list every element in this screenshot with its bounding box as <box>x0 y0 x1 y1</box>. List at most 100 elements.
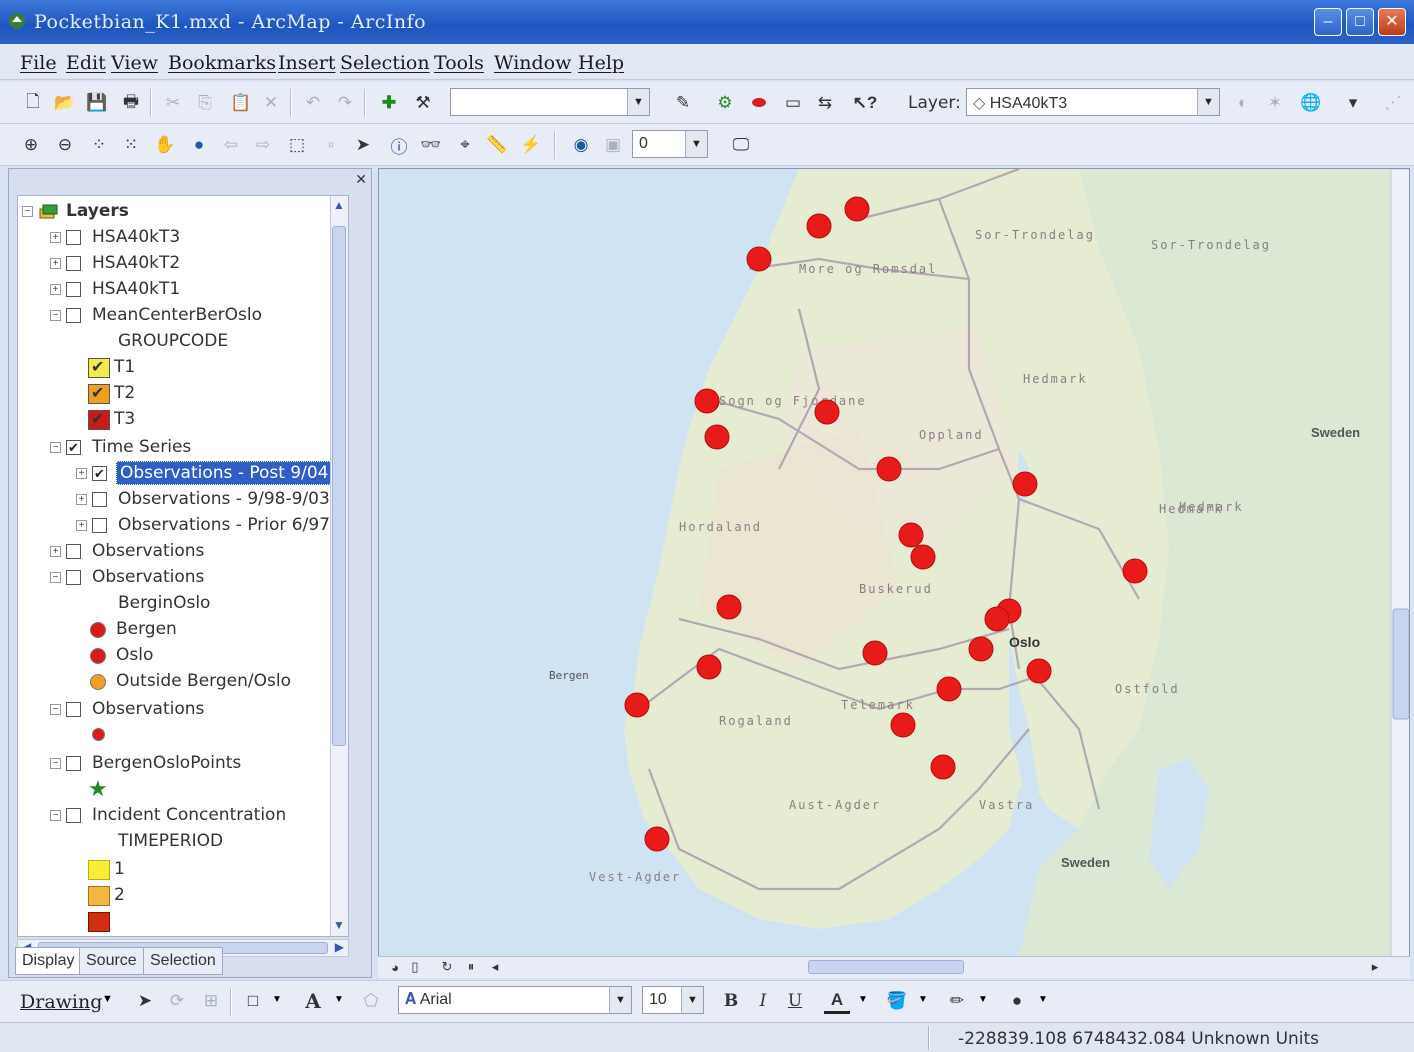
toc-layer-hsa40kt2[interactable]: HSA40kT2 <box>92 250 180 276</box>
chevron-down-icon[interactable]: ▼ <box>102 993 113 1005</box>
cut-icon[interactable]: ✂ <box>160 90 186 116</box>
chevron-down-icon[interactable]: ▼ <box>918 994 928 1005</box>
zoom-whole-page-icon[interactable]: ⊞ <box>198 988 224 1014</box>
layer-visibility-checkbox[interactable] <box>66 308 81 323</box>
pan-hand-icon[interactable]: ✋ <box>152 132 178 158</box>
refresh-icon[interactable]: ↻ <box>434 954 460 980</box>
bold-button[interactable]: B <box>718 988 744 1014</box>
layout-view-small-icon[interactable]: ▯ <box>402 954 428 980</box>
copy-icon[interactable]: ⎘ <box>192 90 218 116</box>
layer-visibility-checkbox[interactable] <box>92 492 107 507</box>
scroll-left-icon[interactable]: ◂ <box>482 954 508 980</box>
layer-visibility-checkbox[interactable] <box>66 756 81 771</box>
menu-selection[interactable]: Selection <box>340 52 430 74</box>
menu-window[interactable]: Window <box>494 52 571 74</box>
rotate-icon[interactable]: ⟳ <box>164 988 190 1014</box>
command-line-icon[interactable]: ▭ <box>780 90 806 116</box>
expand-icon[interactable]: + <box>50 284 61 295</box>
flicker-icon[interactable]: ✶ <box>1262 90 1288 116</box>
toc-layer-observations-3[interactable]: Observations <box>92 696 204 722</box>
expand-icon[interactable]: + <box>50 232 61 243</box>
collapse-icon[interactable]: − <box>50 704 61 715</box>
layer-visibility-checkbox[interactable] <box>92 518 107 533</box>
save-icon[interactable]: 💾 <box>84 90 110 116</box>
hyperlink-icon[interactable]: ⚡ <box>518 132 544 158</box>
line-color-icon[interactable]: ✏ <box>944 988 970 1014</box>
forward-extent-icon[interactable]: ⇨ <box>250 132 276 158</box>
observation-point[interactable] <box>890 712 916 738</box>
scroll-down-icon[interactable]: ▼ <box>333 918 345 932</box>
chevron-down-icon[interactable]: ▼ <box>609 987 631 1013</box>
toc-layer-meancenter[interactable]: MeanCenterBerOslo <box>92 302 262 328</box>
select-elements-arrow-icon[interactable]: ➤ <box>132 988 158 1014</box>
observation-point[interactable] <box>624 692 650 718</box>
scroll-up-icon[interactable]: ▲ <box>333 198 345 212</box>
tab-display[interactable]: Display <box>15 947 82 975</box>
menu-view[interactable]: View <box>111 52 158 74</box>
georef-icon[interactable]: ◉ <box>568 132 594 158</box>
edit-vertices-icon[interactable]: ⬠ <box>358 988 384 1014</box>
observation-point[interactable] <box>1012 471 1038 497</box>
full-extent-globe-icon[interactable]: ● <box>186 132 212 158</box>
collapse-icon[interactable]: − <box>50 310 61 321</box>
scrollbar-thumb[interactable] <box>1392 608 1409 720</box>
observation-point[interactable] <box>1122 558 1148 584</box>
observation-point[interactable] <box>910 544 936 570</box>
delete-icon[interactable]: ✕ <box>258 90 284 116</box>
arccatalog-icon[interactable]: ⬬ <box>746 90 772 116</box>
collapse-icon[interactable]: − <box>22 206 33 217</box>
toc-layer-obs-post-904[interactable]: Observations - Post 9/04 <box>116 460 333 486</box>
map-horizontal-scrollbar-thumb[interactable] <box>808 960 964 974</box>
observation-point[interactable] <box>930 754 956 780</box>
arctoolbox-icon[interactable]: ⚙ <box>712 90 738 116</box>
layout-view-icon[interactable]: 🖵 <box>728 132 754 158</box>
font-select[interactable]: 𝐀 Arial ▼ <box>398 986 632 1014</box>
toc-layer-obs-998-903[interactable]: Observations - 9/98-9/03 <box>118 486 330 512</box>
menu-insert[interactable]: Insert <box>278 52 335 74</box>
globe-icon[interactable]: 🌐 <box>1298 90 1324 116</box>
map-vertical-scrollbar[interactable] <box>1390 169 1410 958</box>
layer-visibility-checkbox[interactable] <box>66 702 81 717</box>
modelbuilder-icon[interactable]: ⇆ <box>812 90 838 116</box>
observation-point[interactable] <box>862 640 888 666</box>
undo-icon[interactable]: ↶ <box>300 90 326 116</box>
observation-point[interactable] <box>968 636 994 662</box>
layer-visibility-checkbox[interactable] <box>66 230 81 245</box>
identify-icon[interactable]: ⓘ <box>386 132 412 158</box>
open-folder-icon[interactable]: 📂 <box>52 90 78 116</box>
layer-select[interactable]: ◇ HSA40kT3 ▼ <box>966 88 1220 116</box>
observation-point[interactable] <box>844 196 870 222</box>
chevron-down-icon[interactable]: ▼ <box>334 994 344 1005</box>
zoom-in-icon[interactable]: ⊕ <box>18 132 44 158</box>
layer-visibility-checkbox[interactable] <box>66 808 81 823</box>
toc-root-layers[interactable]: Layers <box>66 198 129 224</box>
minimize-button[interactable]: – <box>1314 8 1342 36</box>
observation-point[interactable] <box>746 246 772 272</box>
drawing-menu[interactable]: Drawing <box>20 991 102 1013</box>
paste-icon[interactable]: 📋 <box>228 90 254 116</box>
chevron-down-icon[interactable]: ▼ <box>681 987 703 1013</box>
go-to-xy-icon[interactable]: ⌖ <box>452 132 478 158</box>
tab-source[interactable]: Source <box>79 947 144 975</box>
menu-help[interactable]: Help <box>578 52 624 74</box>
menu-bookmarks[interactable]: Bookmarks <box>168 52 276 74</box>
scroll-right-icon[interactable]: ▸ <box>1362 954 1388 980</box>
expand-icon[interactable]: + <box>50 258 61 269</box>
observation-point[interactable] <box>716 594 742 620</box>
menu-tools[interactable]: Tools <box>434 52 484 74</box>
observation-point[interactable] <box>1026 658 1052 684</box>
collapse-icon[interactable]: − <box>50 810 61 821</box>
layer-visibility-checkbox[interactable] <box>66 570 81 585</box>
observation-point[interactable] <box>984 606 1010 632</box>
observation-point[interactable] <box>644 826 670 852</box>
group-visibility-checkbox[interactable]: ✔ <box>66 440 81 455</box>
marker-color-icon[interactable]: ● <box>1004 988 1030 1014</box>
back-extent-icon[interactable]: ⇦ <box>218 132 244 158</box>
toc-layer-observations-2[interactable]: Observations <box>92 564 204 590</box>
clear-selection-icon[interactable]: ▫ <box>318 132 344 158</box>
menu-file[interactable]: File <box>20 52 57 74</box>
zoom-out-icon[interactable]: ⊖ <box>52 132 78 158</box>
swipe-icon[interactable]: ◐ <box>1230 90 1256 116</box>
toc-vertical-scrollbar[interactable]: ▲ ▼ <box>330 196 348 936</box>
toc-layer-bergenoslopoints[interactable]: BergenOsloPoints <box>92 750 241 776</box>
